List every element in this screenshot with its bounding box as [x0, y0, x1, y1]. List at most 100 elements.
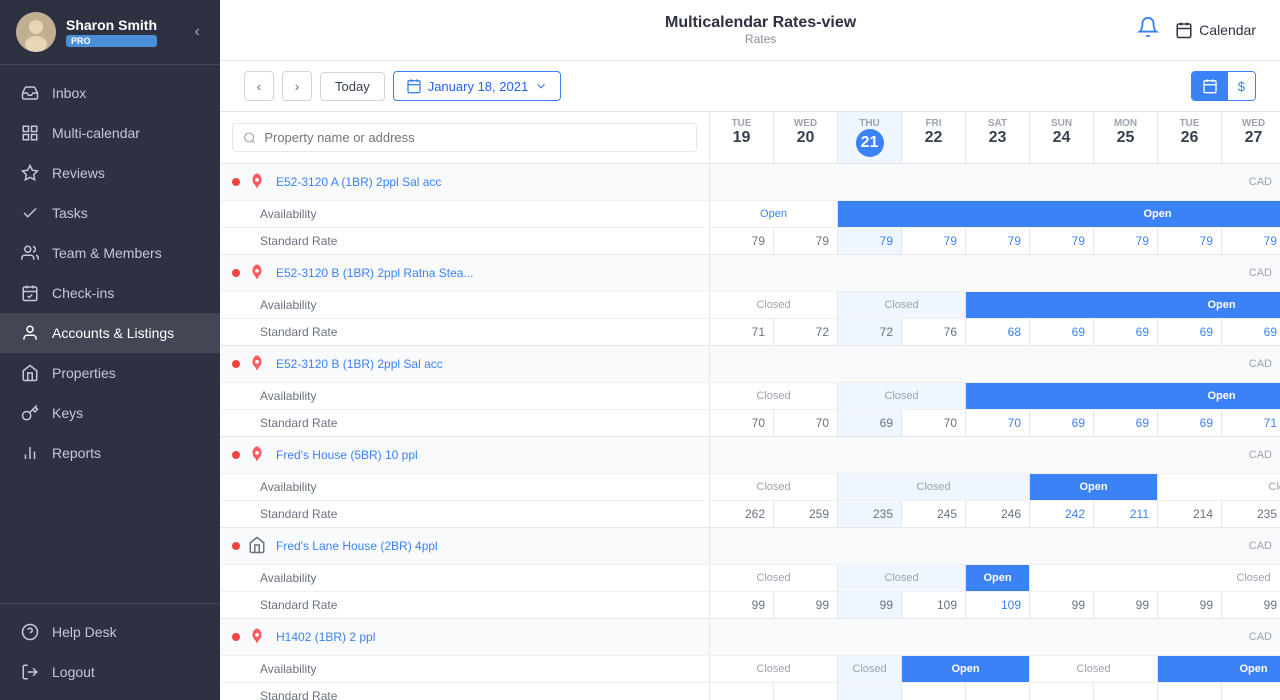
rate-cell[interactable]: 69 [838, 410, 902, 436]
rate-cell[interactable]: 69 [1158, 319, 1222, 345]
property-link[interactable]: Fred's Lane House (2BR) 4ppl [276, 539, 438, 553]
rate-cell[interactable]: 70 [774, 410, 838, 436]
rate-cell[interactable] [774, 683, 838, 700]
rate-cell[interactable] [966, 683, 1030, 700]
rate-cell[interactable]: 69 [1222, 319, 1280, 345]
rate-cell[interactable]: 109 [902, 592, 966, 618]
bar-chart-icon [20, 443, 40, 463]
sidebar-item-team[interactable]: Team & Members [0, 233, 220, 273]
availability-label: Availability [220, 565, 710, 591]
rate-cell[interactable]: 70 [710, 410, 774, 436]
rate-cell[interactable]: 79 [1030, 228, 1094, 254]
next-button[interactable]: › [282, 71, 312, 101]
rate-cell[interactable]: 79 [1158, 228, 1222, 254]
rate-cell[interactable]: 69 [1030, 410, 1094, 436]
rate-cell[interactable] [1222, 683, 1280, 700]
dollar-view-button[interactable]: $ [1228, 72, 1255, 100]
rate-cell[interactable]: 79 [1094, 228, 1158, 254]
rate-cell[interactable]: 99 [838, 592, 902, 618]
rate-cell[interactable]: 214 [1158, 501, 1222, 527]
rate-cell[interactable] [1158, 683, 1222, 700]
rate-cell[interactable]: 235 [838, 501, 902, 527]
property-link[interactable]: H1402 (1BR) 2 ppl [276, 630, 375, 644]
rate-cell[interactable]: 69 [1094, 410, 1158, 436]
rate-cell[interactable]: 79 [710, 228, 774, 254]
rate-cell[interactable]: 69 [1158, 410, 1222, 436]
prev-button[interactable]: ‹ [244, 71, 274, 101]
main-title-block: Multicalendar Rates-view Rates [665, 14, 856, 46]
rate-cell[interactable] [838, 683, 902, 700]
rate-cell[interactable]: 245 [902, 501, 966, 527]
sidebar-item-reviews[interactable]: Reviews [0, 153, 220, 193]
calendar-view-button[interactable] [1192, 72, 1228, 100]
rate-cell[interactable]: 242 [1030, 501, 1094, 527]
rate-cell[interactable]: 79 [966, 228, 1030, 254]
rate-cell[interactable]: 246 [966, 501, 1030, 527]
sidebar-item-keys[interactable]: Keys [0, 393, 220, 433]
rate-label: Standard Rate [220, 228, 710, 254]
rate-cell[interactable]: 99 [1030, 592, 1094, 618]
rate-cell[interactable]: 99 [1094, 592, 1158, 618]
sidebar-item-properties[interactable]: Properties [0, 353, 220, 393]
key-icon [20, 403, 40, 423]
search-input[interactable] [264, 130, 686, 145]
availability-cell: Closed [838, 383, 966, 409]
rate-cell[interactable]: 69 [1030, 319, 1094, 345]
property-link[interactable]: E52-3120 A (1BR) 2ppl Sal acc [276, 175, 441, 189]
rate-cell[interactable]: 72 [838, 319, 902, 345]
sidebar-item-tasks[interactable]: Tasks [0, 193, 220, 233]
rate-cell[interactable]: 79 [1222, 228, 1280, 254]
rate-cell[interactable] [710, 683, 774, 700]
rate-cell[interactable]: 71 [710, 319, 774, 345]
today-button[interactable]: Today [320, 72, 385, 101]
view-toggle: $ [1191, 71, 1256, 101]
sidebar-item-multicalendar[interactable]: Multi-calendar [0, 113, 220, 153]
availability-row: AvailabilityClosedClosedOpen [220, 291, 1280, 318]
rate-cell[interactable]: 99 [1222, 592, 1280, 618]
day-number: 21 [856, 129, 884, 157]
rate-cell[interactable]: 72 [774, 319, 838, 345]
rate-cell[interactable] [902, 683, 966, 700]
sidebar-item-helpdesk[interactable]: Help Desk [0, 612, 220, 652]
rate-cell[interactable]: 79 [774, 228, 838, 254]
rate-cell[interactable]: 235 [1222, 501, 1280, 527]
day-col-19: TUE19 [710, 112, 774, 163]
property-link[interactable]: E52-3120 B (1BR) 2ppl Sal acc [276, 357, 443, 371]
availability-cell: Open [1030, 474, 1158, 500]
sidebar-collapse-button[interactable]: ‹ [191, 19, 204, 45]
notification-button[interactable] [1137, 16, 1159, 44]
rate-cell[interactable]: 70 [902, 410, 966, 436]
date-picker[interactable]: January 18, 2021 [393, 71, 561, 101]
rate-cell[interactable]: 79 [838, 228, 902, 254]
sidebar-item-accounts[interactable]: Accounts & Listings [0, 313, 220, 353]
rate-cell[interactable]: 79 [902, 228, 966, 254]
calendar-area[interactable]: TUE19WED20THU21FRI22SAT23SUN24MON25TUE26… [220, 112, 1280, 700]
property-link[interactable]: Fred's House (5BR) 10 ppl [276, 448, 418, 462]
sidebar-item-label: Team & Members [52, 245, 162, 261]
rate-cell[interactable]: 259 [774, 501, 838, 527]
rate-cell[interactable]: 211 [1094, 501, 1158, 527]
rate-cell[interactable]: 71 [1222, 410, 1280, 436]
rate-cell[interactable]: 99 [710, 592, 774, 618]
sidebar-item-label: Reports [52, 445, 101, 461]
availability-label: Availability [220, 474, 710, 500]
rate-cell[interactable] [1030, 683, 1094, 700]
rate-cell[interactable]: 109 [966, 592, 1030, 618]
sidebar-item-checkins[interactable]: Check-ins [0, 273, 220, 313]
rate-cell[interactable]: 69 [1094, 319, 1158, 345]
property-link[interactable]: E52-3120 B (1BR) 2ppl Ratna Stea... [276, 266, 473, 280]
rate-cell[interactable]: 99 [1158, 592, 1222, 618]
rate-cell[interactable]: 68 [966, 319, 1030, 345]
rate-cell[interactable]: 99 [774, 592, 838, 618]
user-profile[interactable]: Sharon Smith PRO [16, 12, 157, 52]
sidebar-item-inbox[interactable]: Inbox [0, 73, 220, 113]
rate-cell[interactable] [1094, 683, 1158, 700]
sidebar-item-logout[interactable]: Logout [0, 652, 220, 692]
property-name-cell: Fred's House (5BR) 10 ppl [220, 437, 710, 473]
rate-cell[interactable]: 76 [902, 319, 966, 345]
sidebar-item-reports[interactable]: Reports [0, 433, 220, 473]
rate-cell[interactable]: 70 [966, 410, 1030, 436]
calendar-button[interactable]: Calendar [1175, 21, 1256, 39]
search-box[interactable] [232, 123, 697, 152]
rate-cell[interactable]: 262 [710, 501, 774, 527]
